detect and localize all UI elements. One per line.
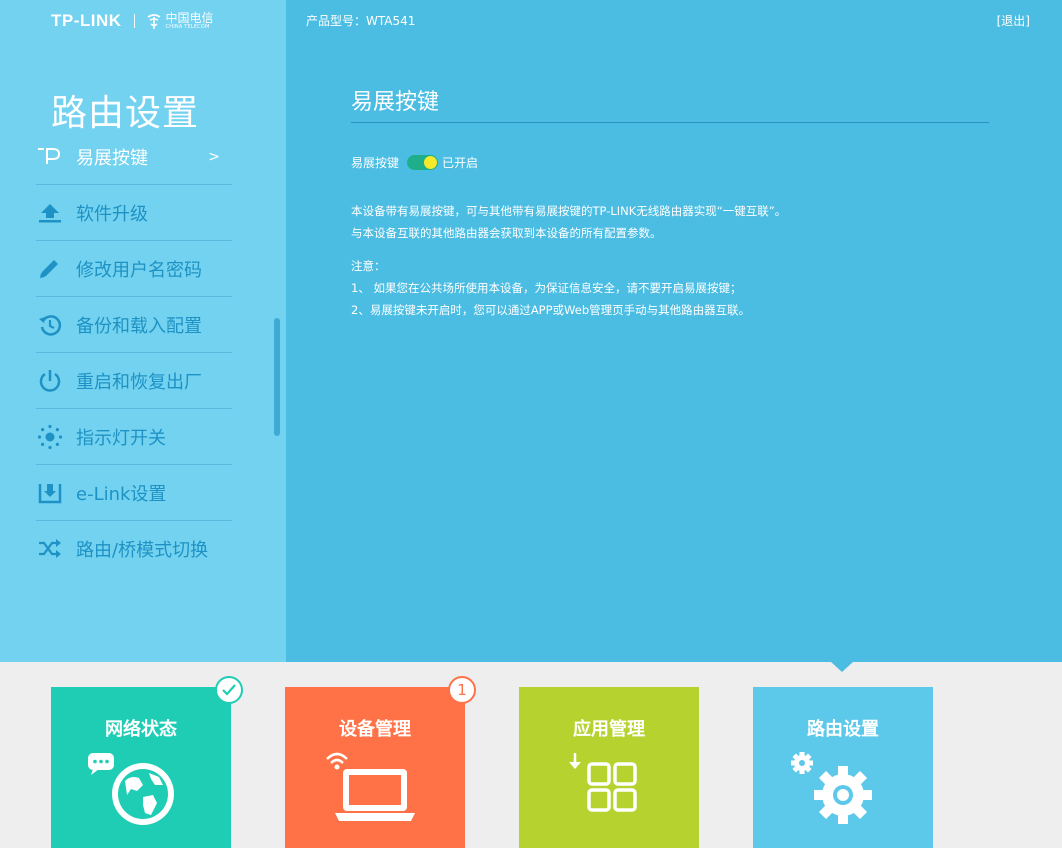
check-icon bbox=[222, 684, 236, 696]
chevron-right-icon: > bbox=[208, 148, 220, 165]
upload-icon bbox=[36, 199, 64, 227]
sidebar-item-reboot-reset[interactable]: 重启和恢复出厂 bbox=[36, 353, 232, 409]
toggle-knob bbox=[424, 156, 438, 169]
logout-link[interactable]: [退出] bbox=[997, 12, 1030, 29]
sidebar-item-easy-expand[interactable]: 易展按键 > bbox=[36, 129, 232, 185]
apps-grid-icon bbox=[569, 753, 637, 812]
description: 本设备带有易展按键，可与其他带有易展按键的TP-LINK无线路由器实现“一键互联… bbox=[351, 200, 786, 244]
sidebar-item-label: 修改用户名密码 bbox=[76, 259, 202, 281]
globe-icon bbox=[88, 753, 174, 825]
history-icon bbox=[36, 311, 64, 339]
description-line: 与本设备互联的其他路由器会获取到本设备的所有配置参数。 bbox=[351, 226, 662, 240]
notes-line: 2、易展按键未开启时，您可以通过APP或Web管理页手动与其他路由器互联。 bbox=[351, 303, 751, 317]
toggle-label: 易展按键 bbox=[351, 156, 400, 170]
sidebar-item-label: 重启和恢复出厂 bbox=[76, 371, 202, 393]
status-ok-badge bbox=[215, 676, 243, 704]
toggle-state-text: 已开启 bbox=[442, 156, 479, 170]
tile-label: 应用管理 bbox=[573, 719, 645, 740]
laptop-wifi-icon bbox=[326, 752, 415, 821]
brand-logos: TP-LINK 中国电信 CHINA TELECOM bbox=[51, 10, 214, 32]
sidebar-item-elink[interactable]: e-Link设置 bbox=[36, 465, 232, 521]
power-icon bbox=[36, 367, 64, 395]
china-telecom-icon bbox=[147, 14, 160, 29]
easy-expand-toggle[interactable] bbox=[407, 155, 439, 170]
product-model: 产品型号：WTA541 bbox=[306, 14, 416, 28]
sidebar: TP-LINK 中国电信 CHINA TELECOM 路由设置 易展按键 > 软… bbox=[0, 0, 286, 662]
download-box-icon bbox=[36, 479, 64, 507]
tile-app-management[interactable]: 应用管理 bbox=[519, 687, 699, 848]
sidebar-item-label: 易展按键 bbox=[76, 147, 148, 169]
tile-network-status[interactable]: 网络状态 bbox=[51, 687, 231, 848]
sidebar-item-label: 指示灯开关 bbox=[76, 427, 166, 449]
sidebar-item-label: 路由/桥模式切换 bbox=[76, 540, 209, 561]
pencil-icon bbox=[36, 255, 64, 283]
active-tile-caret bbox=[831, 662, 853, 672]
notes-title: 注意： bbox=[351, 259, 386, 273]
sidebar-item-firmware-upgrade[interactable]: 软件升级 bbox=[36, 185, 232, 241]
page-title: 易展按键 bbox=[351, 90, 440, 115]
tplink-logo: TP-LINK bbox=[51, 11, 122, 30]
gears-icon bbox=[791, 752, 872, 824]
sidebar-menu: 易展按键 > 软件升级 修改用户名密码 备份和载入配置 重启和恢复出厂 指示灯开… bbox=[36, 129, 232, 577]
telecom-en-text: CHINA TELECOM bbox=[165, 24, 210, 30]
sidebar-item-led-switch[interactable]: 指示灯开关 bbox=[36, 409, 232, 465]
tile-router-settings[interactable]: 路由设置 bbox=[753, 687, 933, 848]
sidebar-item-label: e-Link设置 bbox=[76, 483, 167, 505]
china-telecom-logo: 中国电信 CHINA TELECOM bbox=[145, 12, 214, 30]
easy-expand-setting: 易展按键 已开启 bbox=[351, 154, 478, 171]
sidebar-scrollbar[interactable] bbox=[274, 318, 280, 436]
sidebar-item-change-password[interactable]: 修改用户名密码 bbox=[36, 241, 232, 297]
tile-label: 设备管理 bbox=[339, 719, 411, 740]
sidebar-item-label: 软件升级 bbox=[76, 203, 148, 225]
sidebar-item-backup-restore[interactable]: 备份和载入配置 bbox=[36, 297, 232, 353]
sidebar-item-mode-switch[interactable]: 路由/桥模式切换 bbox=[36, 521, 232, 577]
brand-divider bbox=[133, 14, 135, 28]
notes: 注意： 1、 如果您在公共场所使用本设备，为保证信息安全，请不要开启易展按键； … bbox=[351, 255, 750, 321]
led-icon bbox=[36, 423, 64, 451]
tile-device-management[interactable]: 设备管理 bbox=[285, 687, 465, 848]
telecom-cn-text: 中国电信 bbox=[165, 11, 214, 25]
title-divider bbox=[351, 122, 989, 123]
notification-badge: 1 bbox=[448, 676, 476, 704]
description-line: 本设备带有易展按键，可与其他带有易展按键的TP-LINK无线路由器实现“一键互联… bbox=[351, 204, 787, 218]
shuffle-icon bbox=[36, 535, 64, 563]
sidebar-item-label: 备份和载入配置 bbox=[76, 315, 202, 337]
easy-expand-icon bbox=[36, 143, 64, 171]
notes-line: 1、 如果您在公共场所使用本设备，为保证信息安全，请不要开启易展按键； bbox=[351, 281, 742, 295]
tile-label: 网络状态 bbox=[105, 719, 177, 740]
tile-label: 路由设置 bbox=[807, 719, 879, 740]
